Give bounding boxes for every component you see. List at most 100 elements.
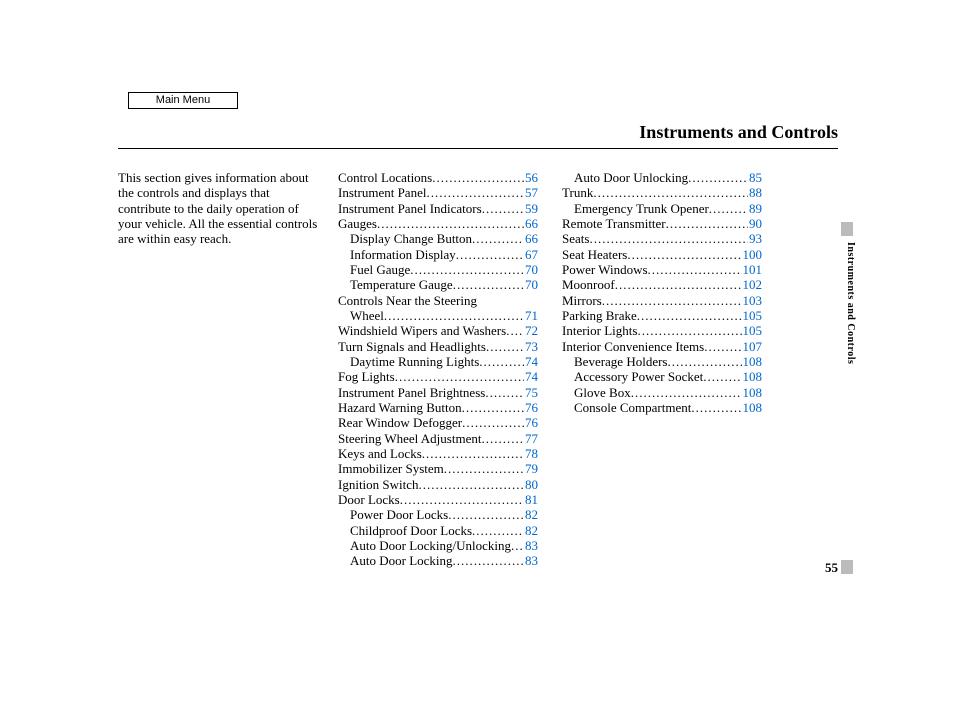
toc-row: Rear Window Defogger76	[338, 415, 538, 430]
toc-leader-dots	[637, 323, 741, 338]
toc-leader-dots	[453, 553, 524, 568]
toc-label: Turn Signals and Headlights	[338, 339, 486, 354]
page-number-marker	[841, 560, 853, 574]
toc-leader-dots	[472, 231, 524, 246]
toc-row: Ignition Switch 80	[338, 477, 538, 492]
toc-row: Information Display 67	[338, 247, 538, 262]
toc-page-link[interactable]: 108	[742, 385, 763, 400]
toc-row: Fuel Gauge70	[338, 262, 538, 277]
toc-page-link[interactable]: 88	[748, 185, 762, 200]
toc-row: Wheel71	[338, 308, 538, 323]
toc-page-link[interactable]: 101	[742, 262, 763, 277]
toc-label: Controls Near the Steering	[338, 293, 477, 308]
toc-page-link[interactable]: 100	[742, 247, 763, 262]
toc-leader-dots	[481, 431, 524, 446]
toc-row: Instrument Panel Brightness 75	[338, 385, 538, 400]
toc-label: Seat Heaters	[562, 247, 627, 262]
toc-page-link[interactable]: 66	[524, 231, 538, 246]
toc-row: Door Locks81	[338, 492, 538, 507]
toc-row: Mirrors103	[562, 293, 762, 308]
toc-row: Display Change Button 66	[338, 231, 538, 246]
toc-leader-dots	[453, 277, 524, 292]
toc-label: Immobilizer System	[338, 461, 444, 476]
toc-leader-dots	[419, 477, 524, 492]
toc-row: Glove Box108	[562, 385, 762, 400]
toc-page-link[interactable]: 107	[742, 339, 763, 354]
toc-row: Auto Door Unlocking 85	[562, 170, 762, 185]
toc-row: Interior Lights 105	[562, 323, 762, 338]
toc-leader-dots	[462, 415, 524, 430]
toc-label: Instrument Panel Brightness	[338, 385, 485, 400]
toc-leader-dots	[637, 308, 742, 323]
toc-page-link[interactable]: 73	[524, 339, 538, 354]
toc-page-link[interactable]: 105	[742, 323, 763, 338]
toc-label: Parking Brake	[562, 308, 637, 323]
toc-page-link[interactable]: 79	[524, 461, 538, 476]
toc-page-link[interactable]: 108	[742, 354, 763, 369]
toc-page-link[interactable]: 85	[748, 170, 762, 185]
toc-label: Gauges	[338, 216, 377, 231]
toc-row: Power Door Locks82	[338, 507, 538, 522]
toc-row: Immobilizer System 79	[338, 461, 538, 476]
toc-page-link[interactable]: 82	[524, 523, 538, 538]
toc-row: Childproof Door Locks82	[338, 523, 538, 538]
toc-page-link[interactable]: 90	[748, 216, 762, 231]
toc-page-link[interactable]: 74	[524, 369, 538, 384]
toc-label: Information Display	[350, 247, 456, 262]
toc-row: Console Compartment108	[562, 400, 762, 415]
toc-page-link[interactable]: 70	[524, 262, 538, 277]
toc-page-link[interactable]: 103	[742, 293, 763, 308]
toc-label: Windshield Wipers and Washers	[338, 323, 506, 338]
toc-leader-dots	[395, 369, 524, 384]
toc-page-link[interactable]: 83	[524, 553, 538, 568]
main-menu-button[interactable]: Main Menu	[128, 92, 238, 109]
toc-label: Trunk	[562, 185, 593, 200]
toc-row: Moonroof102	[562, 277, 762, 292]
toc-page-link[interactable]: 76	[524, 415, 538, 430]
page-title: Instruments and Controls	[639, 122, 838, 143]
toc-page-link[interactable]: 93	[748, 231, 762, 246]
toc-page-link[interactable]: 74	[524, 354, 538, 369]
toc-page-link[interactable]: 77	[524, 431, 538, 446]
toc-page-link[interactable]: 102	[742, 277, 763, 292]
toc-page-link[interactable]: 57	[524, 185, 538, 200]
toc-page-link[interactable]: 108	[742, 369, 763, 384]
intro-paragraph: This section gives information about the…	[118, 170, 318, 247]
toc-label: Emergency Trunk Opener	[574, 201, 709, 216]
toc-page-link[interactable]: 71	[524, 308, 538, 323]
toc-page-link[interactable]: 76	[524, 400, 538, 415]
toc-label: Ignition Switch	[338, 477, 419, 492]
toc-page-link[interactable]: 59	[524, 201, 538, 216]
toc-page-link[interactable]: 108	[742, 400, 763, 415]
side-tab: Instruments and Controls	[841, 222, 853, 402]
toc-label: Control Locations	[338, 170, 432, 185]
toc-leader-dots	[472, 523, 524, 538]
toc-label: Interior Lights	[562, 323, 637, 338]
toc-leader-dots	[593, 185, 748, 200]
toc-page-link[interactable]: 83	[524, 538, 538, 553]
toc-page-link[interactable]: 70	[524, 277, 538, 292]
toc-leader-dots	[703, 369, 741, 384]
toc-page-link[interactable]: 67	[524, 247, 538, 262]
toc-column-2: Auto Door Unlocking 85 Trunk 88 Emergency Tr…	[562, 170, 762, 415]
toc-label: Auto Door Unlocking	[574, 170, 688, 185]
toc-label: Power Windows	[562, 262, 648, 277]
toc-page-link[interactable]: 89	[748, 201, 762, 216]
toc-page-link[interactable]: 105	[742, 308, 763, 323]
toc-page-link[interactable]: 66	[524, 216, 538, 231]
toc-page-link[interactable]: 72	[524, 323, 538, 338]
toc-page-link[interactable]: 78	[524, 446, 538, 461]
toc-label: Steering Wheel Adjustment	[338, 431, 481, 446]
toc-leader-dots	[444, 461, 524, 476]
toc-page-link[interactable]: 75	[524, 385, 538, 400]
toc-leader-dots	[462, 400, 524, 415]
toc-label: Display Change Button	[350, 231, 472, 246]
toc-page-link[interactable]: 56	[524, 170, 538, 185]
toc-leader-dots	[691, 400, 741, 415]
toc-row: Auto Door Locking83	[338, 553, 538, 568]
toc-page-link[interactable]: 81	[524, 492, 538, 507]
toc-leader-dots	[422, 446, 524, 461]
toc-page-link[interactable]: 82	[524, 507, 538, 522]
toc-page-link[interactable]: 80	[524, 477, 538, 492]
page-number: 55	[825, 560, 838, 576]
